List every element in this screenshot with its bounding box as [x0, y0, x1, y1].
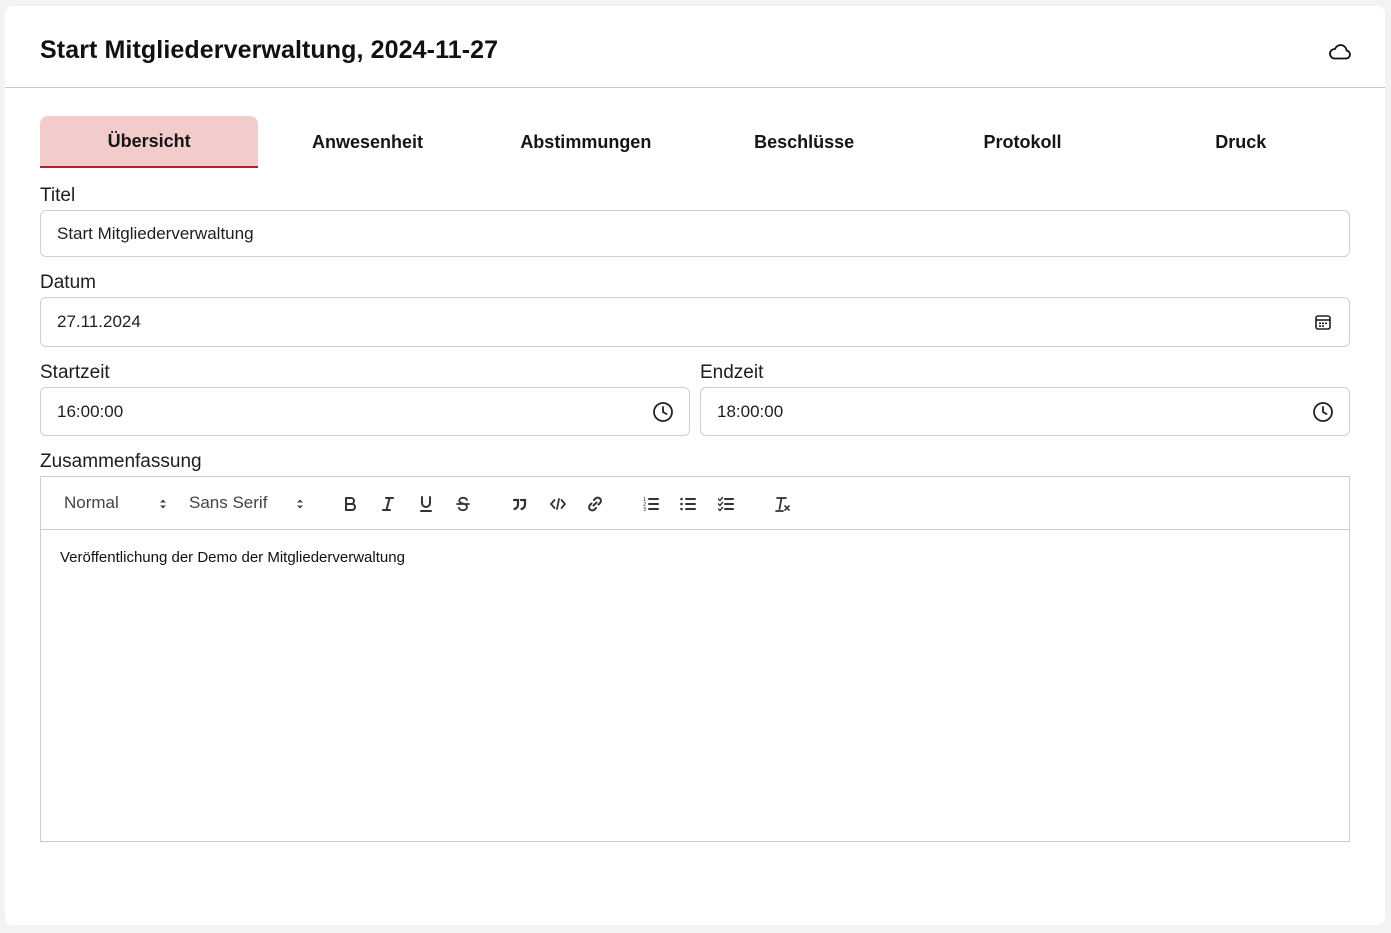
date-input[interactable]: 27.11.2024	[40, 297, 1350, 347]
font-select-value: Sans Serif	[189, 493, 268, 512]
header-select-value: Normal	[64, 493, 119, 512]
end-time-value: 18:00:00	[717, 401, 784, 421]
tab-uebersicht[interactable]: Übersicht	[40, 116, 259, 168]
title-input[interactable]: Start Mitgliederverwaltung	[40, 210, 1350, 257]
header-select[interactable]: Normal	[64, 491, 174, 515]
start-time-value: 16:00:00	[57, 401, 124, 421]
bold-icon[interactable]	[338, 492, 362, 516]
start-time-label: Startzeit	[40, 362, 110, 383]
editor-toolbar: Normal Sans Serif 1 2 3	[41, 477, 1349, 530]
page-title: Start Mitgliederverwaltung, 2024-11-27	[40, 36, 499, 64]
bullet-list-icon[interactable]	[676, 492, 700, 516]
code-icon[interactable]	[546, 492, 570, 516]
rich-text-editor: Normal Sans Serif 1 2 3 Veröffentlichung…	[40, 476, 1350, 842]
ordered-list-icon[interactable]: 123	[639, 492, 663, 516]
font-select[interactable]: Sans Serif	[189, 491, 313, 515]
summary-label: Zusammenfassung	[40, 451, 202, 472]
tab-abstimmungen[interactable]: Abstimmungen	[477, 116, 695, 168]
page-header: Start Mitgliederverwaltung, 2024-11-27	[5, 6, 1385, 88]
cloud-icon[interactable]	[1327, 40, 1353, 62]
tab-anwesenheit[interactable]: Anwesenheit	[258, 116, 476, 168]
italic-icon[interactable]	[376, 492, 400, 516]
date-label: Datum	[40, 272, 96, 293]
blockquote-icon[interactable]	[508, 492, 532, 516]
meeting-card: Start Mitgliederverwaltung, 2024-11-27 Ü…	[5, 6, 1385, 925]
clear-format-icon[interactable]	[771, 492, 795, 516]
checklist-icon[interactable]	[714, 492, 738, 516]
tab-druck[interactable]: Druck	[1132, 116, 1350, 168]
tab-beschluesse[interactable]: Beschlüsse	[695, 116, 913, 168]
start-time-input[interactable]: 16:00:00	[40, 387, 690, 436]
end-time-input[interactable]: 18:00:00	[700, 387, 1350, 436]
strikethrough-icon[interactable]	[451, 492, 475, 516]
svg-text:3: 3	[643, 507, 646, 513]
title-label: Titel	[40, 185, 76, 206]
tab-protokoll[interactable]: Protokoll	[913, 116, 1131, 168]
title-input-value: Start Mitgliederverwaltung	[57, 223, 254, 243]
clock-icon[interactable]	[1311, 400, 1335, 424]
end-time-label: Endzeit	[700, 362, 764, 383]
select-arrows-icon	[160, 499, 166, 509]
link-icon[interactable]	[583, 492, 607, 516]
tab-bar: Übersicht Anwesenheit Abstimmungen Besch…	[40, 116, 1350, 168]
editor-content[interactable]: Veröffentlichung der Demo der Mitglieder…	[41, 530, 1349, 585]
select-arrows-icon	[297, 499, 303, 509]
date-input-value: 27.11.2024	[57, 312, 141, 331]
underline-icon[interactable]	[414, 492, 438, 516]
calendar-icon[interactable]	[1311, 310, 1335, 334]
clock-icon[interactable]	[651, 400, 675, 424]
